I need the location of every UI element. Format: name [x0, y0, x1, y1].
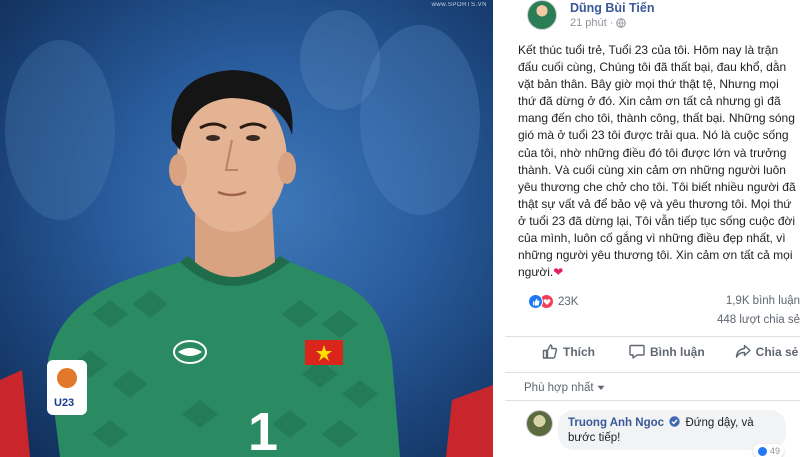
comment-react-count: 49 — [770, 446, 781, 456]
post-text: Kết thúc tuổi trẻ, Tuổi 23 của tôi. Hôm … — [518, 42, 800, 281]
jersey-number: 1 — [248, 402, 278, 457]
sort-label: Phù hợp nhất — [524, 382, 594, 394]
like-reaction-icon — [528, 294, 543, 309]
like-reaction-icon — [757, 445, 768, 457]
divider — [505, 372, 800, 373]
comments-count[interactable]: 1,9K bình luận — [726, 295, 800, 307]
comment-button[interactable]: Bình luận — [629, 344, 705, 359]
comment-sort-dropdown[interactable]: Phù hợp nhất — [524, 382, 605, 394]
comment-reaction-badge[interactable]: 49 — [753, 444, 785, 457]
chevron-down-icon — [597, 385, 605, 390]
commenter-avatar[interactable] — [526, 410, 553, 437]
comment-icon — [629, 344, 645, 359]
divider — [505, 400, 800, 401]
comment-bubble: Truong Anh Ngoc Đứng dậy, và bước tiếp! — [558, 410, 786, 450]
verified-badge-icon — [669, 416, 680, 427]
post-body-text: Kết thúc tuổi trẻ, Tuổi 23 của tôi. Hôm … — [518, 43, 796, 280]
screenshot: 1 U23 www.SPORTS.VN Dũng Bùi Tiến 21 phú… — [0, 0, 800, 457]
dot-separator: · — [609, 17, 614, 29]
author-name[interactable]: Dũng Bùi Tiến — [570, 1, 655, 15]
reaction-count: 23K — [558, 295, 579, 308]
action-bar: Thích Bình luận Chia sẻ — [518, 344, 800, 359]
globe-icon — [616, 18, 627, 28]
comment-label: Bình luận — [650, 344, 705, 359]
photo-watermark: www.SPORTS.VN — [431, 2, 487, 8]
post-photo[interactable]: 1 U23 www.SPORTS.VN — [0, 0, 493, 457]
share-button[interactable]: Chia sẻ — [735, 344, 799, 359]
shares-count[interactable]: 448 lượt chia sẻ — [717, 314, 800, 326]
like-button[interactable]: Thích — [542, 344, 595, 359]
post-panel: Dũng Bùi Tiến 21 phút · Kết thúc tuổi tr… — [493, 0, 800, 457]
heart-emoji: ❤ — [553, 265, 564, 280]
player-illustration: 1 U23 — [0, 10, 493, 457]
sleeve-badge-text: U23 — [54, 397, 74, 409]
reaction-summary[interactable]: 23K — [528, 294, 578, 309]
divider — [505, 336, 800, 337]
thumbs-up-icon — [542, 344, 558, 359]
share-icon — [735, 344, 751, 358]
author-avatar[interactable] — [527, 0, 557, 30]
commenter-name[interactable]: Truong Anh Ngoc — [568, 417, 664, 429]
post-meta: 21 phút · — [570, 17, 627, 29]
post-time[interactable]: 21 phút — [570, 17, 607, 29]
like-label: Thích — [563, 344, 595, 359]
share-label: Chia sẻ — [755, 344, 799, 359]
